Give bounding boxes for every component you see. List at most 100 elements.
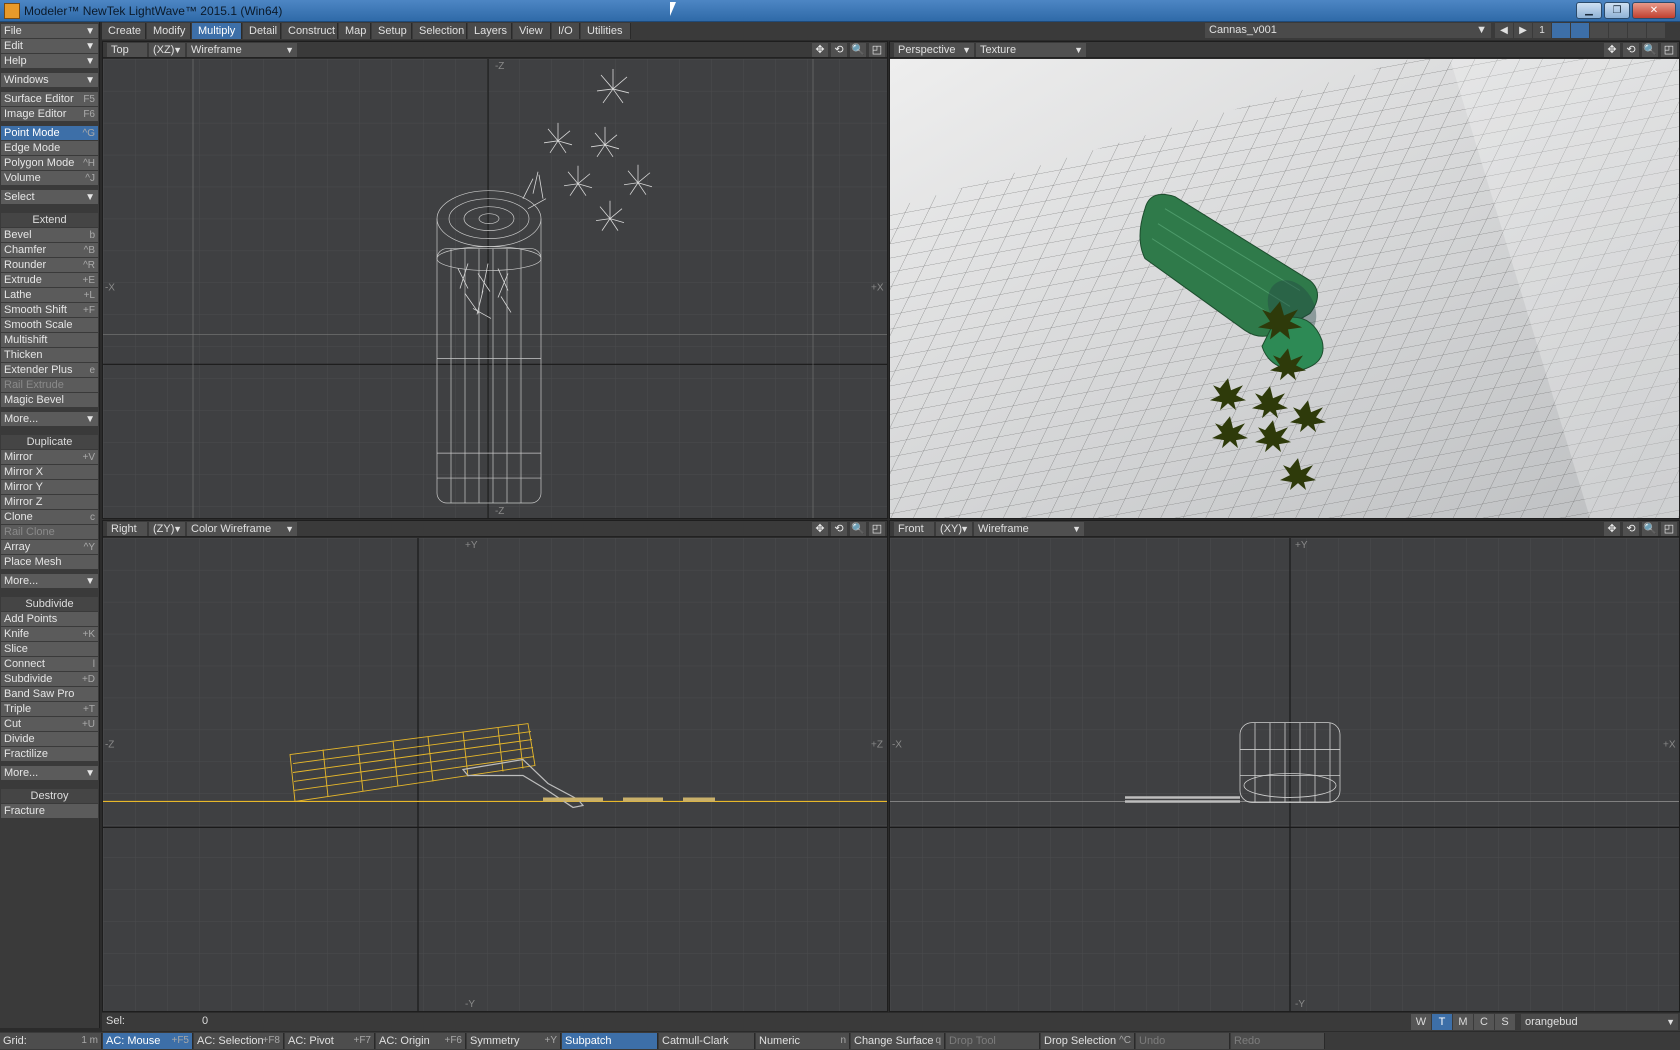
surface-editor-button[interactable]: Surface Editor F5 [1,92,98,107]
mirror-z-button[interactable]: Mirror Z [1,495,98,510]
close-button[interactable]: ✕ [1632,2,1676,19]
edge-mode-button[interactable]: Edge Mode [1,141,98,156]
fractilize-button[interactable]: Fractilize [1,747,98,762]
minimize-button[interactable]: ▁ [1576,2,1602,19]
zoom-view-icon[interactable]: 🔍 [1642,43,1658,57]
render-mode-select[interactable]: Color Wireframe ▼ [187,522,297,536]
zoom-view-icon[interactable]: 🔍 [850,43,866,57]
surface-select[interactable]: orangebud ▼ [1521,1014,1678,1030]
ac-mouse-button[interactable]: AC: Mouse +F5 [103,1033,193,1049]
mirror-x-button[interactable]: Mirror X [1,465,98,480]
redo-button[interactable]: Redo [1231,1033,1325,1049]
layer-slot[interactable] [1552,23,1570,38]
tab-layers[interactable]: Layers [468,23,512,39]
place-mesh-button[interactable]: Place Mesh [1,555,98,570]
vmap-t-button[interactable]: T [1432,1014,1452,1030]
edit-button[interactable]: Edit ▼ [1,39,98,54]
maximize-view-icon[interactable]: ◰ [869,522,885,536]
tab-i-o[interactable]: I/O [552,23,580,39]
tab-multiply[interactable]: Multiply [192,23,242,39]
viewport-top[interactable]: Top (XZ) ▼ Wireframe ▼ ✥ ⟲ 🔍 ◰ -Z -Z -X … [102,41,888,519]
volume-button[interactable]: Volume ^J [1,171,98,186]
zoom-view-icon[interactable]: 🔍 [850,522,866,536]
rotate-view-icon[interactable]: ⟲ [831,522,847,536]
prev-layer-button[interactable]: ◀ [1495,23,1513,38]
render-mode-select[interactable]: Wireframe ▼ [187,43,297,57]
file-button[interactable]: File ▼ [1,24,98,39]
rotate-view-icon[interactable]: ⟲ [1623,43,1639,57]
tab-setup[interactable]: Setup [372,23,412,39]
triple-button[interactable]: Triple +T [1,702,98,717]
maximize-view-icon[interactable]: ◰ [1661,522,1677,536]
view-type-select[interactable]: Right [107,522,147,536]
tab-construct[interactable]: Construct [282,23,338,39]
extrude-button[interactable]: Extrude +E [1,273,98,288]
maximize-view-icon[interactable]: ◰ [1661,43,1677,57]
undo-button[interactable]: Undo [1136,1033,1230,1049]
chamfer-button[interactable]: Chamfer ^B [1,243,98,258]
polygon-mode-button[interactable]: Polygon Mode ^H [1,156,98,171]
more-button[interactable]: More... ▼ [1,766,98,781]
move-view-icon[interactable]: ✥ [812,43,828,57]
tab-selection[interactable]: Selection [413,23,467,39]
tab-map[interactable]: Map [339,23,371,39]
image-editor-button[interactable]: Image Editor F6 [1,107,98,122]
view-axis-select[interactable]: (XY) ▼ [936,522,972,536]
tab-view[interactable]: View [513,23,551,39]
drop-selection-button[interactable]: Drop Selection ^C [1041,1033,1135,1049]
render-mode-select[interactable]: Wireframe ▼ [974,522,1084,536]
viewport-right[interactable]: Right (ZY) ▼ Color Wireframe ▼ ✥ ⟲ 🔍 ◰ +… [102,520,888,1012]
viewport-perspective[interactable]: Perspective ▼ Texture ▼ ✥ ⟲ 🔍 ◰ [889,41,1680,519]
more-button[interactable]: More... ▼ [1,412,98,427]
cut-button[interactable]: Cut +U [1,717,98,732]
vmap-w-button[interactable]: W [1411,1014,1431,1030]
maximize-view-icon[interactable]: ◰ [869,43,885,57]
view-type-select[interactable]: Top [107,43,147,57]
viewport-canvas[interactable]: +Y -Y -X +X [890,538,1679,1011]
viewport-canvas[interactable] [890,59,1679,518]
ac-origin-button[interactable]: AC: Origin +F6 [376,1033,466,1049]
help-button[interactable]: Help ▼ [1,54,98,69]
slice-button[interactable]: Slice [1,642,98,657]
knife-button[interactable]: Knife +K [1,627,98,642]
point-mode-button[interactable]: Point Mode ^G [1,126,98,141]
rounder-button[interactable]: Rounder ^R [1,258,98,273]
maximize-button[interactable]: ❐ [1604,2,1630,19]
vmap-m-button[interactable]: M [1453,1014,1473,1030]
divide-button[interactable]: Divide [1,732,98,747]
rail-clone-button[interactable]: Rail Clone [1,525,98,540]
view-type-select[interactable]: Perspective ▼ [894,43,974,57]
extender-plus-button[interactable]: Extender Plus e [1,363,98,378]
tab-utilities[interactable]: Utilities [581,23,631,39]
multishift-button[interactable]: Multishift [1,333,98,348]
view-axis-select[interactable]: (XZ) ▼ [149,43,185,57]
layer-slot[interactable] [1647,23,1665,38]
viewport-front[interactable]: Front (XY) ▼ Wireframe ▼ ✥ ⟲ 🔍 ◰ +Y -Y -… [889,520,1680,1012]
numeric-button[interactable]: Numeric n [756,1033,850,1049]
add-points-button[interactable]: Add Points [1,612,98,627]
mirror-button[interactable]: Mirror +V [1,450,98,465]
connect-button[interactable]: Connect l [1,657,98,672]
smooth-shift-button[interactable]: Smooth Shift +F [1,303,98,318]
rail-extrude-button[interactable]: Rail Extrude [1,378,98,393]
tab-create[interactable]: Create [102,23,146,39]
drop-tool-button[interactable]: Drop Tool [946,1033,1040,1049]
view-axis-select[interactable]: (ZY) ▼ [149,522,185,536]
object-layer-select[interactable]: Cannas_v001 ▼ [1205,23,1491,38]
fracture-button[interactable]: Fracture [1,804,98,819]
tab-detail[interactable]: Detail [243,23,281,39]
view-type-select[interactable]: Front [894,522,934,536]
subpatch-button[interactable]: Subpatch [562,1033,658,1049]
viewport-canvas[interactable]: -Z -Z -X +X [103,59,887,518]
band-saw-pro-button[interactable]: Band Saw Pro [1,687,98,702]
layer-slot[interactable] [1571,23,1589,38]
next-layer-button[interactable]: ▶ [1514,23,1532,38]
layer-slot[interactable] [1628,23,1646,38]
magic-bevel-button[interactable]: Magic Bevel [1,393,98,408]
bevel-button[interactable]: Bevel b [1,228,98,243]
move-view-icon[interactable]: ✥ [812,522,828,536]
select-button[interactable]: Select ▼ [1,190,98,205]
vmap-s-button[interactable]: S [1495,1014,1515,1030]
catmull-clark-button[interactable]: Catmull-Clark [659,1033,755,1049]
subdivide-button[interactable]: Subdivide +D [1,672,98,687]
